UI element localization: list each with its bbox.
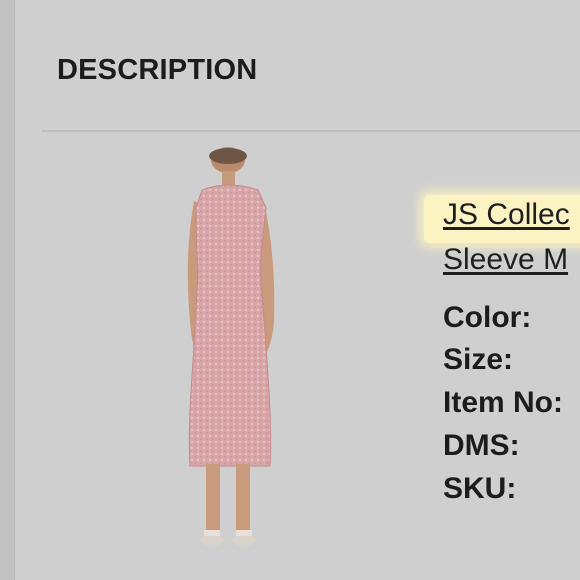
left-rail bbox=[0, 0, 14, 580]
color-label: Color: bbox=[443, 301, 532, 334]
product-title-link-line2[interactable]: Sleeve M bbox=[443, 243, 568, 277]
product-description-page: DESCRIPTION JS Collec Sleeve M Color: Si… bbox=[0, 0, 580, 580]
sku-label: SKU: bbox=[443, 472, 517, 505]
product-title-link[interactable]: JS Collec bbox=[443, 198, 570, 232]
size-label: Size: bbox=[443, 343, 514, 376]
section-title: DESCRIPTION bbox=[57, 54, 258, 86]
section-divider bbox=[42, 130, 580, 132]
left-rail-border bbox=[14, 0, 15, 580]
item-no-label: Item No: bbox=[443, 386, 563, 419]
dms-label: DMS: bbox=[443, 429, 520, 462]
product-image[interactable] bbox=[160, 146, 300, 566]
